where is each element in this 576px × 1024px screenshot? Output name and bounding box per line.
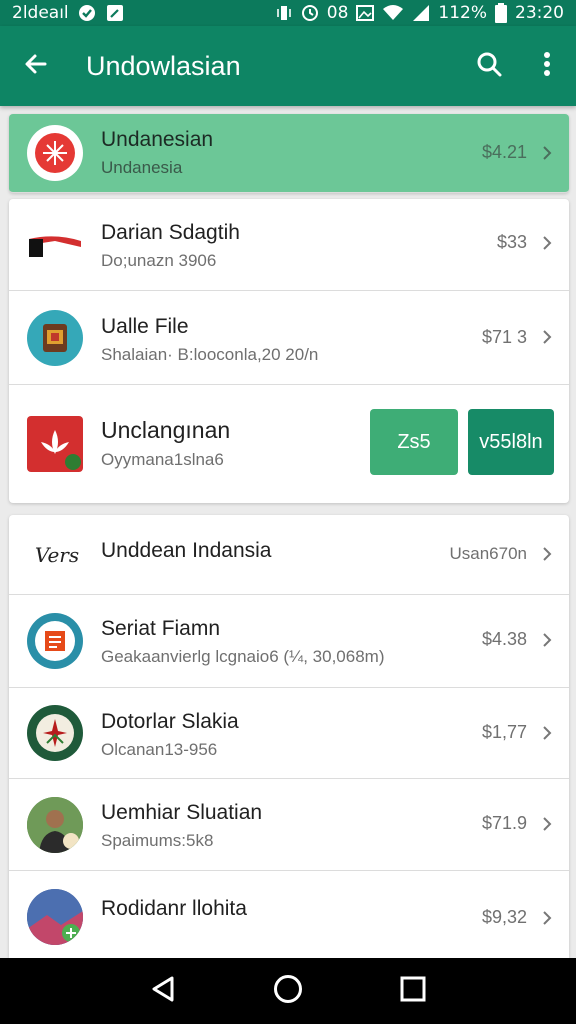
square-recents-icon [400, 976, 426, 1006]
scene-app-avatar [27, 889, 83, 945]
nav-recents-button[interactable] [389, 967, 437, 1015]
arrow-back-icon [23, 51, 49, 81]
circle-home-icon [273, 974, 303, 1008]
clock: 23:20 [515, 3, 564, 23]
nav-back-button[interactable] [139, 967, 187, 1015]
flag-icon [27, 217, 83, 273]
chevron-right-icon [539, 632, 555, 648]
item-price: $4.21 [481, 142, 527, 162]
item-price: $71.9 [481, 813, 527, 833]
chevron-right-icon [539, 816, 555, 832]
signal-icon [412, 4, 430, 22]
status-text-a: 08 [326, 3, 349, 23]
item-title: Unddean Indansia [101, 539, 272, 562]
list-item[interactable]: Uemhiar Sluatian Spaimums:5k8 $71.9 [9, 779, 569, 871]
chevron-right-icon [539, 329, 555, 345]
edit-icon [105, 3, 125, 23]
list-item[interactable]: Darian Sdagtih Do;unazn 3906 $33 [9, 199, 569, 291]
search-button[interactable] [460, 26, 518, 106]
chevron-right-icon [539, 910, 555, 926]
list-card-1: Darian Sdagtih Do;unazn 3906 $33 Ualle F… [9, 199, 569, 503]
item-subtitle: Olcanan13-956 [101, 740, 218, 759]
brand-logo: Vers [27, 527, 87, 583]
person-avatar [27, 797, 83, 853]
slot-app-avatar [27, 310, 83, 366]
app-bar: Undowlasian [0, 26, 576, 106]
leaf-app-avatar [27, 416, 83, 472]
item-title: Unclangınan [101, 417, 231, 443]
page-title: Undowlasian [86, 50, 241, 81]
item-price: $4.38 [481, 629, 527, 649]
list-item-with-actions[interactable]: Unclangınan Oyymana1slna6 Zs5 v55l8ln [9, 385, 569, 503]
chevron-right-icon [539, 145, 555, 161]
item-subtitle: Do;unazn 3906 [101, 251, 217, 270]
overflow-menu-button[interactable] [518, 26, 576, 106]
image-icon [356, 4, 375, 22]
item-price: $9,32 [481, 907, 527, 927]
action-button-1[interactable]: Zs5 [370, 409, 458, 475]
chevron-right-icon [539, 725, 555, 741]
system-nav-bar [0, 958, 576, 1024]
book-app-avatar [27, 613, 83, 669]
status-bar: 2ldeaıl 08 112% 23:20 [0, 0, 576, 26]
chevron-right-icon [539, 546, 555, 562]
list-item[interactable]: Rodidanr llohita $9,32 [9, 871, 569, 958]
item-title: Undanesian [101, 128, 214, 151]
item-title: Rodidanr llohita [101, 897, 247, 920]
nav-home-button[interactable] [264, 967, 312, 1015]
item-title: Darian Sdagtih [101, 221, 240, 244]
back-button[interactable] [0, 26, 72, 106]
wifi-icon [382, 4, 404, 22]
battery-percent: 112% [438, 3, 487, 23]
item-subtitle: Geakaanvierlg lcgnaio6 (¼, 30,068m) [101, 647, 385, 666]
more-vert-icon [543, 51, 551, 81]
battery-icon [495, 3, 507, 23]
whatsapp-icon [77, 3, 97, 23]
flower-logo-avatar [27, 125, 83, 181]
search-icon [476, 51, 502, 81]
item-subtitle: Shalaian· B:looconla,20 20/n [101, 345, 319, 364]
status-left-text: 2ldeaıl [12, 3, 69, 23]
brand-logo-text: Vers [34, 543, 80, 567]
list-item-selected[interactable]: Undanesian Undanesia $4.21 [9, 114, 569, 193]
list-item[interactable]: Vers Unddean Indansia Usan670n [9, 515, 569, 595]
chevron-right-icon [539, 235, 555, 251]
item-price: Usan670n [449, 544, 527, 563]
item-title: Dotorlar Slakia [101, 710, 239, 733]
list-item[interactable]: Seriat Fiamn Geakaanvierlg lcgnaio6 (¼, … [9, 595, 569, 688]
item-subtitle: Spaimums:5k8 [101, 831, 214, 850]
item-subtitle: Oyymana1slna6 [101, 450, 224, 469]
item-price: $33 [496, 232, 527, 252]
emblem-app-avatar [27, 705, 83, 761]
list-item[interactable]: Dotorlar Slakia Olcanan13-956 $1,77 [9, 688, 569, 779]
item-title: Uemhiar Sluatian [101, 801, 263, 824]
action-button-2[interactable]: v55l8ln [468, 409, 554, 475]
list-item[interactable]: Ualle File Shalaian· B:looconla,20 20/n … [9, 291, 569, 385]
item-title: Seriat Fiamn [101, 617, 221, 640]
alarm-icon [301, 4, 319, 22]
item-price: $71 3 [481, 327, 527, 347]
vibrate-icon [275, 4, 293, 22]
item-subtitle: Undanesia [101, 158, 183, 177]
list-card-2: Vers Unddean Indansia Usan670n Seriat Fi… [9, 515, 569, 958]
triangle-back-icon [150, 975, 176, 1007]
item-price: $1,77 [481, 722, 527, 742]
item-title: Ualle File [101, 315, 189, 338]
